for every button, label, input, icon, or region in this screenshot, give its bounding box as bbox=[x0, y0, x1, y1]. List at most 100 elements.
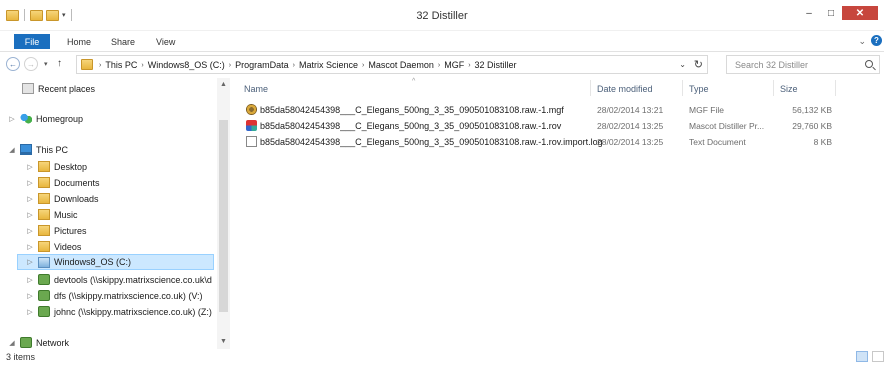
scroll-up-icon[interactable]: ▲ bbox=[217, 81, 230, 88]
minimize-button[interactable]: – bbox=[798, 6, 820, 20]
nav-item-documents[interactable]: ▷ Documents bbox=[26, 175, 100, 190]
nav-item-pictures[interactable]: ▷ Pictures bbox=[26, 223, 87, 238]
tab-file[interactable]: File bbox=[14, 34, 50, 49]
search-input[interactable]: Search 32 Distiller bbox=[726, 55, 880, 74]
breadcrumb-separator-icon[interactable]: › bbox=[141, 62, 143, 69]
expand-icon[interactable]: ▷ bbox=[26, 276, 34, 284]
nav-item-music[interactable]: ▷ Music bbox=[26, 207, 78, 222]
file-row[interactable]: b85da58042454398___C_Elegans_500ng_3_35_… bbox=[240, 118, 840, 134]
column-divider[interactable] bbox=[682, 80, 683, 96]
search-icon[interactable] bbox=[865, 60, 873, 68]
column-headers: ^ Name Date modified Type Size bbox=[232, 78, 884, 98]
nav-item-devtools[interactable]: ▷ devtools (\\skippy.matrixscience.co.uk… bbox=[26, 272, 212, 287]
tab-share[interactable]: Share bbox=[111, 37, 135, 47]
breadcrumb-item[interactable]: MGF bbox=[444, 60, 464, 70]
address-dropdown-icon[interactable]: ⌄ bbox=[679, 60, 686, 69]
rov-file-icon bbox=[246, 120, 257, 131]
expand-icon[interactable]: ▷ bbox=[26, 258, 34, 266]
details-view-button[interactable] bbox=[856, 351, 868, 362]
expand-icon[interactable]: ▷ bbox=[26, 243, 34, 251]
nav-item-recent-places[interactable]: Recent places bbox=[22, 81, 95, 96]
help-icon[interactable]: ? bbox=[871, 35, 882, 46]
expand-icon[interactable]: ▷ bbox=[26, 227, 34, 235]
recent-locations-icon[interactable]: ▾ bbox=[44, 60, 48, 68]
breadcrumb-separator-icon[interactable]: › bbox=[362, 62, 364, 69]
expand-icon[interactable]: ▷ bbox=[26, 195, 34, 203]
address-bar[interactable]: › This PC › Windows8_OS (C:) › ProgramDa… bbox=[76, 55, 708, 74]
file-name: b85da58042454398___C_Elegans_500ng_3_35_… bbox=[260, 121, 562, 131]
nav-item-dfs[interactable]: ▷ dfs (\\skippy.matrixscience.co.uk) (V:… bbox=[26, 288, 203, 303]
tab-home[interactable]: Home bbox=[67, 37, 91, 47]
expand-icon[interactable]: ▷ bbox=[26, 211, 34, 219]
nav-item-homegroup[interactable]: ▷ Homegroup bbox=[8, 111, 83, 126]
column-divider[interactable] bbox=[590, 80, 591, 96]
nav-item-videos[interactable]: ▷ Videos bbox=[26, 239, 81, 254]
network-drive-icon bbox=[38, 290, 50, 301]
mgf-file-icon bbox=[246, 104, 257, 115]
collapse-icon[interactable]: ◢ bbox=[8, 146, 16, 154]
large-icons-view-button[interactable] bbox=[872, 351, 884, 362]
nav-item-label: dfs (\\skippy.matrixscience.co.uk) (V:) bbox=[54, 290, 203, 301]
breadcrumb-separator-icon: › bbox=[99, 61, 102, 69]
breadcrumb-item[interactable]: 32 Distiller bbox=[475, 60, 517, 70]
tab-view[interactable]: View bbox=[156, 37, 175, 47]
breadcrumb-separator-icon[interactable]: › bbox=[229, 62, 231, 69]
expand-icon[interactable]: ▷ bbox=[8, 115, 16, 123]
nav-item-windows8-os[interactable]: ▷ Windows8_OS (C:) bbox=[17, 254, 214, 270]
breadcrumb-item[interactable]: Windows8_OS (C:) bbox=[148, 60, 225, 70]
title-bar: ▾ 32 Distiller – □ ✕ bbox=[0, 0, 884, 31]
back-button[interactable]: ← bbox=[6, 57, 20, 71]
homegroup-icon bbox=[20, 113, 32, 124]
nav-item-label: Recent places bbox=[38, 83, 96, 94]
column-divider[interactable] bbox=[835, 80, 836, 96]
breadcrumb-separator-icon[interactable]: › bbox=[468, 62, 470, 69]
documents-folder-icon bbox=[38, 177, 50, 188]
nav-item-this-pc[interactable]: ◢ This PC bbox=[8, 142, 68, 157]
breadcrumb-item[interactable]: ProgramData bbox=[235, 60, 289, 70]
column-divider[interactable] bbox=[773, 80, 774, 96]
recent-places-icon bbox=[22, 83, 34, 94]
text-file-icon bbox=[246, 136, 257, 147]
column-header-type[interactable]: Type bbox=[689, 84, 709, 94]
nav-item-desktop[interactable]: ▷ Desktop bbox=[26, 159, 87, 174]
navigation-pane: Recent places ▷ Homegroup ◢ This PC ▷ De… bbox=[0, 78, 232, 349]
nav-item-label: Videos bbox=[54, 241, 82, 252]
breadcrumb-item[interactable]: Matrix Science bbox=[299, 60, 358, 70]
collapse-icon[interactable]: ◢ bbox=[8, 339, 16, 347]
scroll-down-icon[interactable]: ▼ bbox=[217, 338, 230, 345]
expand-icon[interactable]: ▷ bbox=[26, 163, 34, 171]
refresh-icon[interactable]: ↻ bbox=[694, 58, 703, 71]
nav-item-label: devtools (\\skippy.matrixscience.co.uk\d bbox=[54, 274, 212, 285]
expand-icon[interactable]: ▷ bbox=[26, 308, 34, 316]
column-header-size[interactable]: Size bbox=[780, 84, 798, 94]
file-type: Text Document bbox=[689, 137, 746, 147]
breadcrumb-item[interactable]: Mascot Daemon bbox=[368, 60, 434, 70]
maximize-button[interactable]: □ bbox=[820, 6, 842, 20]
close-button[interactable]: ✕ bbox=[842, 6, 878, 20]
computer-icon bbox=[20, 144, 32, 155]
scrollbar-thumb[interactable] bbox=[219, 120, 228, 312]
file-row[interactable]: b85da58042454398___C_Elegans_500ng_3_35_… bbox=[240, 102, 840, 118]
nav-item-network[interactable]: ◢ Network bbox=[8, 335, 69, 350]
file-row[interactable]: b85da58042454398___C_Elegans_500ng_3_35_… bbox=[240, 134, 840, 150]
nav-pane-scrollbar[interactable]: ▲ ▼ bbox=[217, 78, 230, 349]
file-type: MGF File bbox=[689, 105, 724, 115]
file-size: 29,760 KB bbox=[792, 121, 832, 131]
breadcrumb-separator-icon[interactable]: › bbox=[293, 62, 295, 69]
up-button[interactable]: ↑ bbox=[57, 58, 62, 69]
breadcrumb-separator-icon[interactable]: › bbox=[438, 62, 440, 69]
column-header-name[interactable]: Name bbox=[244, 84, 268, 94]
nav-item-label: This PC bbox=[36, 144, 69, 155]
expand-icon[interactable]: ▷ bbox=[26, 179, 34, 187]
expand-icon[interactable]: ▷ bbox=[26, 292, 34, 300]
column-header-date[interactable]: Date modified bbox=[597, 84, 653, 94]
breadcrumb-item[interactable]: This PC bbox=[105, 60, 137, 70]
nav-item-johnc[interactable]: ▷ johnc (\\skippy.matrixscience.co.uk) (… bbox=[26, 304, 212, 319]
expand-ribbon-icon[interactable]: ⌄ bbox=[858, 36, 866, 47]
forward-button[interactable]: → bbox=[24, 57, 38, 71]
file-date: 28/02/2014 13:25 bbox=[597, 137, 664, 147]
sort-ascending-icon: ^ bbox=[412, 78, 416, 85]
nav-item-label: Homegroup bbox=[36, 113, 84, 124]
nav-item-downloads[interactable]: ▷ Downloads bbox=[26, 191, 99, 206]
network-drive-icon bbox=[38, 306, 50, 317]
